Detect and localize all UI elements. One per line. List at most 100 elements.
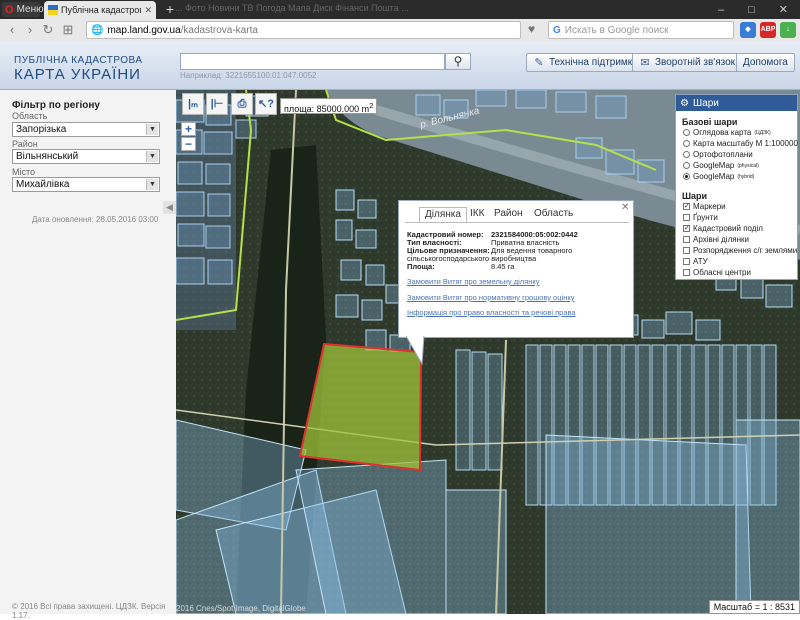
checkbox-icon[interactable]: ✓ (683, 225, 690, 232)
overlay-layer-option[interactable]: ✓ Кадастровий поділ (683, 224, 763, 233)
zoom-in-button[interactable]: + (181, 122, 196, 136)
region-select[interactable]: Запорізька ▼ (12, 122, 160, 137)
base-layer-source: (hybrid) (737, 173, 755, 180)
tab-region[interactable]: Область (529, 207, 578, 221)
logo-line-1: ПУБЛІЧНА КАДАСТРОВА (14, 55, 143, 66)
copyright: © 2016 Всі права захищені. ЦДЗК. Версія … (12, 602, 166, 620)
browser-menu-label: Меню (16, 4, 44, 15)
browser-tab-active[interactable]: Публічна кадастрова карт ✕ (44, 1, 156, 19)
measure-area-tool[interactable]: |⊢ (206, 93, 228, 115)
minimize-icon[interactable]: – (718, 4, 724, 16)
order-valuation-extract-link[interactable]: Замовити Витяг про нормативну грошову оц… (407, 293, 574, 302)
search-button[interactable]: ⚲ (445, 53, 471, 70)
order-parcel-extract-link[interactable]: Замовити Витяг про земельну ділянку (407, 277, 540, 286)
site-info-icon[interactable]: 🌐 (91, 25, 103, 36)
district-select[interactable]: Вільнянський ▼ (12, 149, 160, 164)
checkbox-icon[interactable]: ✓ (683, 203, 690, 210)
browser-menu-button[interactable]: O Меню (2, 2, 44, 17)
back-icon[interactable]: ‹ (4, 22, 20, 38)
cadastral-map[interactable]: р. Вольнянка |ₘ |⊢ ⎙ ↖? площа: 85000.000… (176, 90, 800, 614)
overlay-layer-option[interactable]: АТУ (683, 257, 708, 266)
feedback-button-label: Зворотній зв'язок (655, 57, 736, 68)
base-layer-option[interactable]: Оглядова карта (ЦДЗК) (683, 128, 771, 137)
district-value: Вільнянський (16, 151, 79, 162)
radio-icon[interactable] (683, 140, 690, 147)
city-value: Михайлівка (16, 179, 70, 190)
support-button[interactable]: ✎ Технічна підтримка (526, 53, 645, 72)
wrench-icon: ✎ (534, 56, 544, 69)
close-window-icon[interactable]: ✕ (779, 3, 788, 16)
tab-parcel[interactable]: Ділянка (419, 207, 467, 223)
checkbox-icon[interactable] (683, 258, 690, 265)
adblock-icon[interactable]: ABP (760, 22, 776, 38)
overlay-layer-label: Обласні центри (693, 268, 751, 277)
checkbox-icon[interactable] (683, 214, 690, 221)
overlay-layer-option[interactable]: Ґрунти (683, 213, 718, 222)
area-value: 8.45 га (491, 262, 515, 271)
info-cursor-tool[interactable]: ↖? (255, 93, 277, 115)
url-path: /kadastrova-karta (180, 24, 258, 36)
tab-title: Публічна кадастрова карт (61, 5, 141, 15)
overlay-layers-title: Шари (682, 191, 708, 201)
layers-header[interactable]: ⚙ Шари (676, 95, 797, 111)
city-select[interactable]: Михайлівка ▼ (12, 177, 160, 192)
extension-icon[interactable]: ◆ (740, 22, 756, 38)
area-readout: площа: 85000.000 m2 (280, 98, 378, 114)
base-layer-option[interactable]: Ортофотоплани (683, 150, 753, 159)
radio-icon[interactable] (683, 151, 690, 158)
overlay-layer-option[interactable]: ✓ Маркери (683, 202, 726, 211)
favicon-icon (48, 5, 58, 15)
speed-dial-icon[interactable]: ⊞ (60, 22, 76, 38)
browser-tab-bar: O Меню Публічна кадастрова карт ✕ + ... … (0, 0, 800, 19)
print-button[interactable]: ⎙ (231, 93, 253, 115)
cadastral-search-input[interactable] (180, 53, 445, 70)
collapse-sidebar-button[interactable]: ◀ (163, 201, 176, 214)
zoom-out-button[interactable]: − (181, 137, 196, 151)
speed-dial-bar: ... Фото Новини ТВ Погода Мапа Диск Фіна… (175, 3, 409, 13)
base-layer-option[interactable]: GoogleMap (physical) (683, 161, 759, 170)
help-button-label: Допомога (743, 57, 788, 68)
bookmark-heart-icon[interactable]: ♥ (528, 22, 542, 38)
overlay-layer-option[interactable]: Обласні центри (683, 268, 751, 277)
checkbox-icon[interactable] (683, 269, 690, 276)
tab-close-icon[interactable]: ✕ (144, 5, 152, 16)
measure-distance-tool[interactable]: |ₘ (182, 93, 204, 115)
overlay-layer-label: Кадастровий поділ (693, 224, 763, 233)
base-layer-option[interactable]: Карта масштабу М 1:100000 (683, 139, 798, 148)
tab-district[interactable]: Район (489, 207, 528, 221)
radio-icon[interactable] (683, 129, 690, 136)
gear-icon: ⚙ (680, 97, 689, 109)
google-icon: G (553, 24, 561, 36)
checkbox-icon[interactable] (683, 236, 690, 243)
overlay-layer-option[interactable]: Архівні ділянки (683, 235, 749, 244)
site-header: ПУБЛІЧНА КАДАСТРОВА КАРТА УКРАЇНИ ⚲ Напр… (0, 42, 800, 90)
base-layer-label: Карта масштабу М 1:100000 (693, 139, 798, 148)
window-controls: – □ ✕ (706, 1, 800, 18)
tab-ikk[interactable]: ІКК (465, 207, 489, 221)
base-layer-label: GoogleMap (693, 161, 735, 170)
close-icon[interactable]: ✕ (621, 203, 631, 213)
forward-icon[interactable]: › (22, 22, 38, 38)
overlay-layer-label: Ґрунти (693, 213, 718, 222)
area-label: Площа: (407, 262, 435, 271)
ownership-info-link[interactable]: Інформація про право власності та речові… (407, 308, 576, 317)
help-button[interactable]: Допомога (736, 53, 795, 72)
region-filter-sidebar: Фільтр по регіону Область Запорізька ▼ Р… (0, 90, 177, 620)
browser-search-field[interactable]: G Искать в Google поиск (548, 21, 734, 39)
checkbox-icon[interactable] (683, 247, 690, 254)
base-layer-option[interactable]: GoogleMap (hybrid) (683, 172, 754, 181)
district-label: Район (12, 139, 38, 149)
parcel-info-popup: ✕ Ділянка ІКК Район Область Кадастровий … (398, 200, 634, 338)
radio-icon[interactable] (683, 173, 690, 180)
download-icon[interactable]: ↓ (780, 22, 796, 38)
radio-icon[interactable] (683, 162, 690, 169)
overlay-layer-label: Архівні ділянки (693, 235, 749, 244)
feedback-button[interactable]: ✉ Зворотній зв'язок (632, 53, 743, 72)
maximize-icon[interactable]: □ (748, 4, 755, 16)
base-layer-label: Ортофотоплани (693, 150, 753, 159)
base-layer-source: (ЦДЗК) (754, 129, 771, 136)
url-field[interactable]: 🌐 map.land.gov.ua/kadastrova-karta (86, 21, 521, 39)
overlay-layer-option[interactable]: Розпорядження с/г землями (683, 246, 797, 255)
reload-icon[interactable]: ↻ (40, 22, 56, 38)
update-date: Дата оновлення: 28.05.2016 03:00 (32, 215, 159, 224)
